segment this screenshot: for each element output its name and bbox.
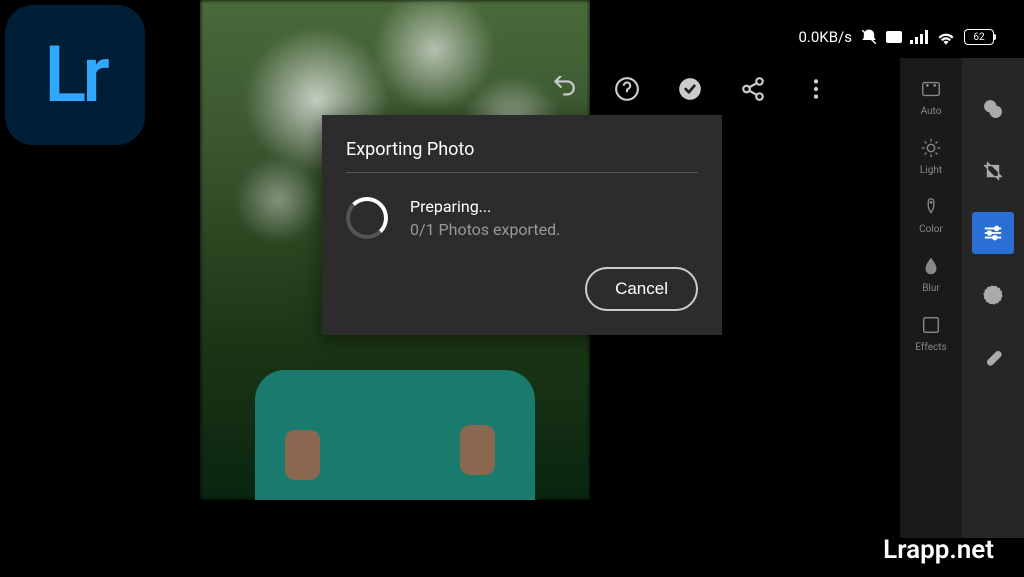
- edit-tools-panel: [962, 58, 1024, 538]
- export-status: Preparing...: [410, 197, 560, 216]
- battery-indicator: 62: [964, 29, 994, 45]
- network-speed: 0.0KB/s: [798, 28, 852, 46]
- share-button[interactable]: [739, 75, 767, 103]
- cancel-button[interactable]: Cancel: [585, 267, 698, 311]
- volte-icon: [886, 31, 902, 43]
- edit-categories-panel: Auto Light Color Blur Effects: [900, 58, 962, 538]
- top-toolbar: [550, 75, 830, 103]
- done-button[interactable]: [676, 75, 704, 103]
- detail-tool[interactable]: [972, 274, 1014, 316]
- export-progress: 0/1 Photos exported.: [410, 220, 560, 239]
- wifi-icon: [936, 29, 956, 45]
- loading-spinner-icon: [346, 197, 388, 239]
- lightroom-app-icon: Lr: [5, 5, 145, 145]
- crop-tool[interactable]: [972, 150, 1014, 192]
- presets-tool[interactable]: [972, 88, 1014, 130]
- light-tool[interactable]: Light: [900, 131, 962, 182]
- healing-tool[interactable]: [972, 336, 1014, 378]
- watermark: Lrapp.net: [883, 535, 994, 565]
- more-button[interactable]: [802, 75, 830, 103]
- export-modal: Exporting Photo Preparing... 0/1 Photos …: [322, 115, 722, 335]
- help-button[interactable]: [613, 75, 641, 103]
- adjust-tool[interactable]: [972, 212, 1014, 254]
- auto-tool[interactable]: Auto: [900, 72, 962, 123]
- signal-icon: [910, 30, 928, 44]
- blur-tool[interactable]: Blur: [900, 249, 962, 300]
- status-bar: 0.0KB/s 62: [798, 28, 994, 46]
- color-tool[interactable]: Color: [900, 190, 962, 241]
- effects-tool[interactable]: Effects: [900, 308, 962, 359]
- modal-title: Exporting Photo: [346, 139, 698, 173]
- dnd-icon: [860, 28, 878, 46]
- undo-button[interactable]: [550, 75, 578, 103]
